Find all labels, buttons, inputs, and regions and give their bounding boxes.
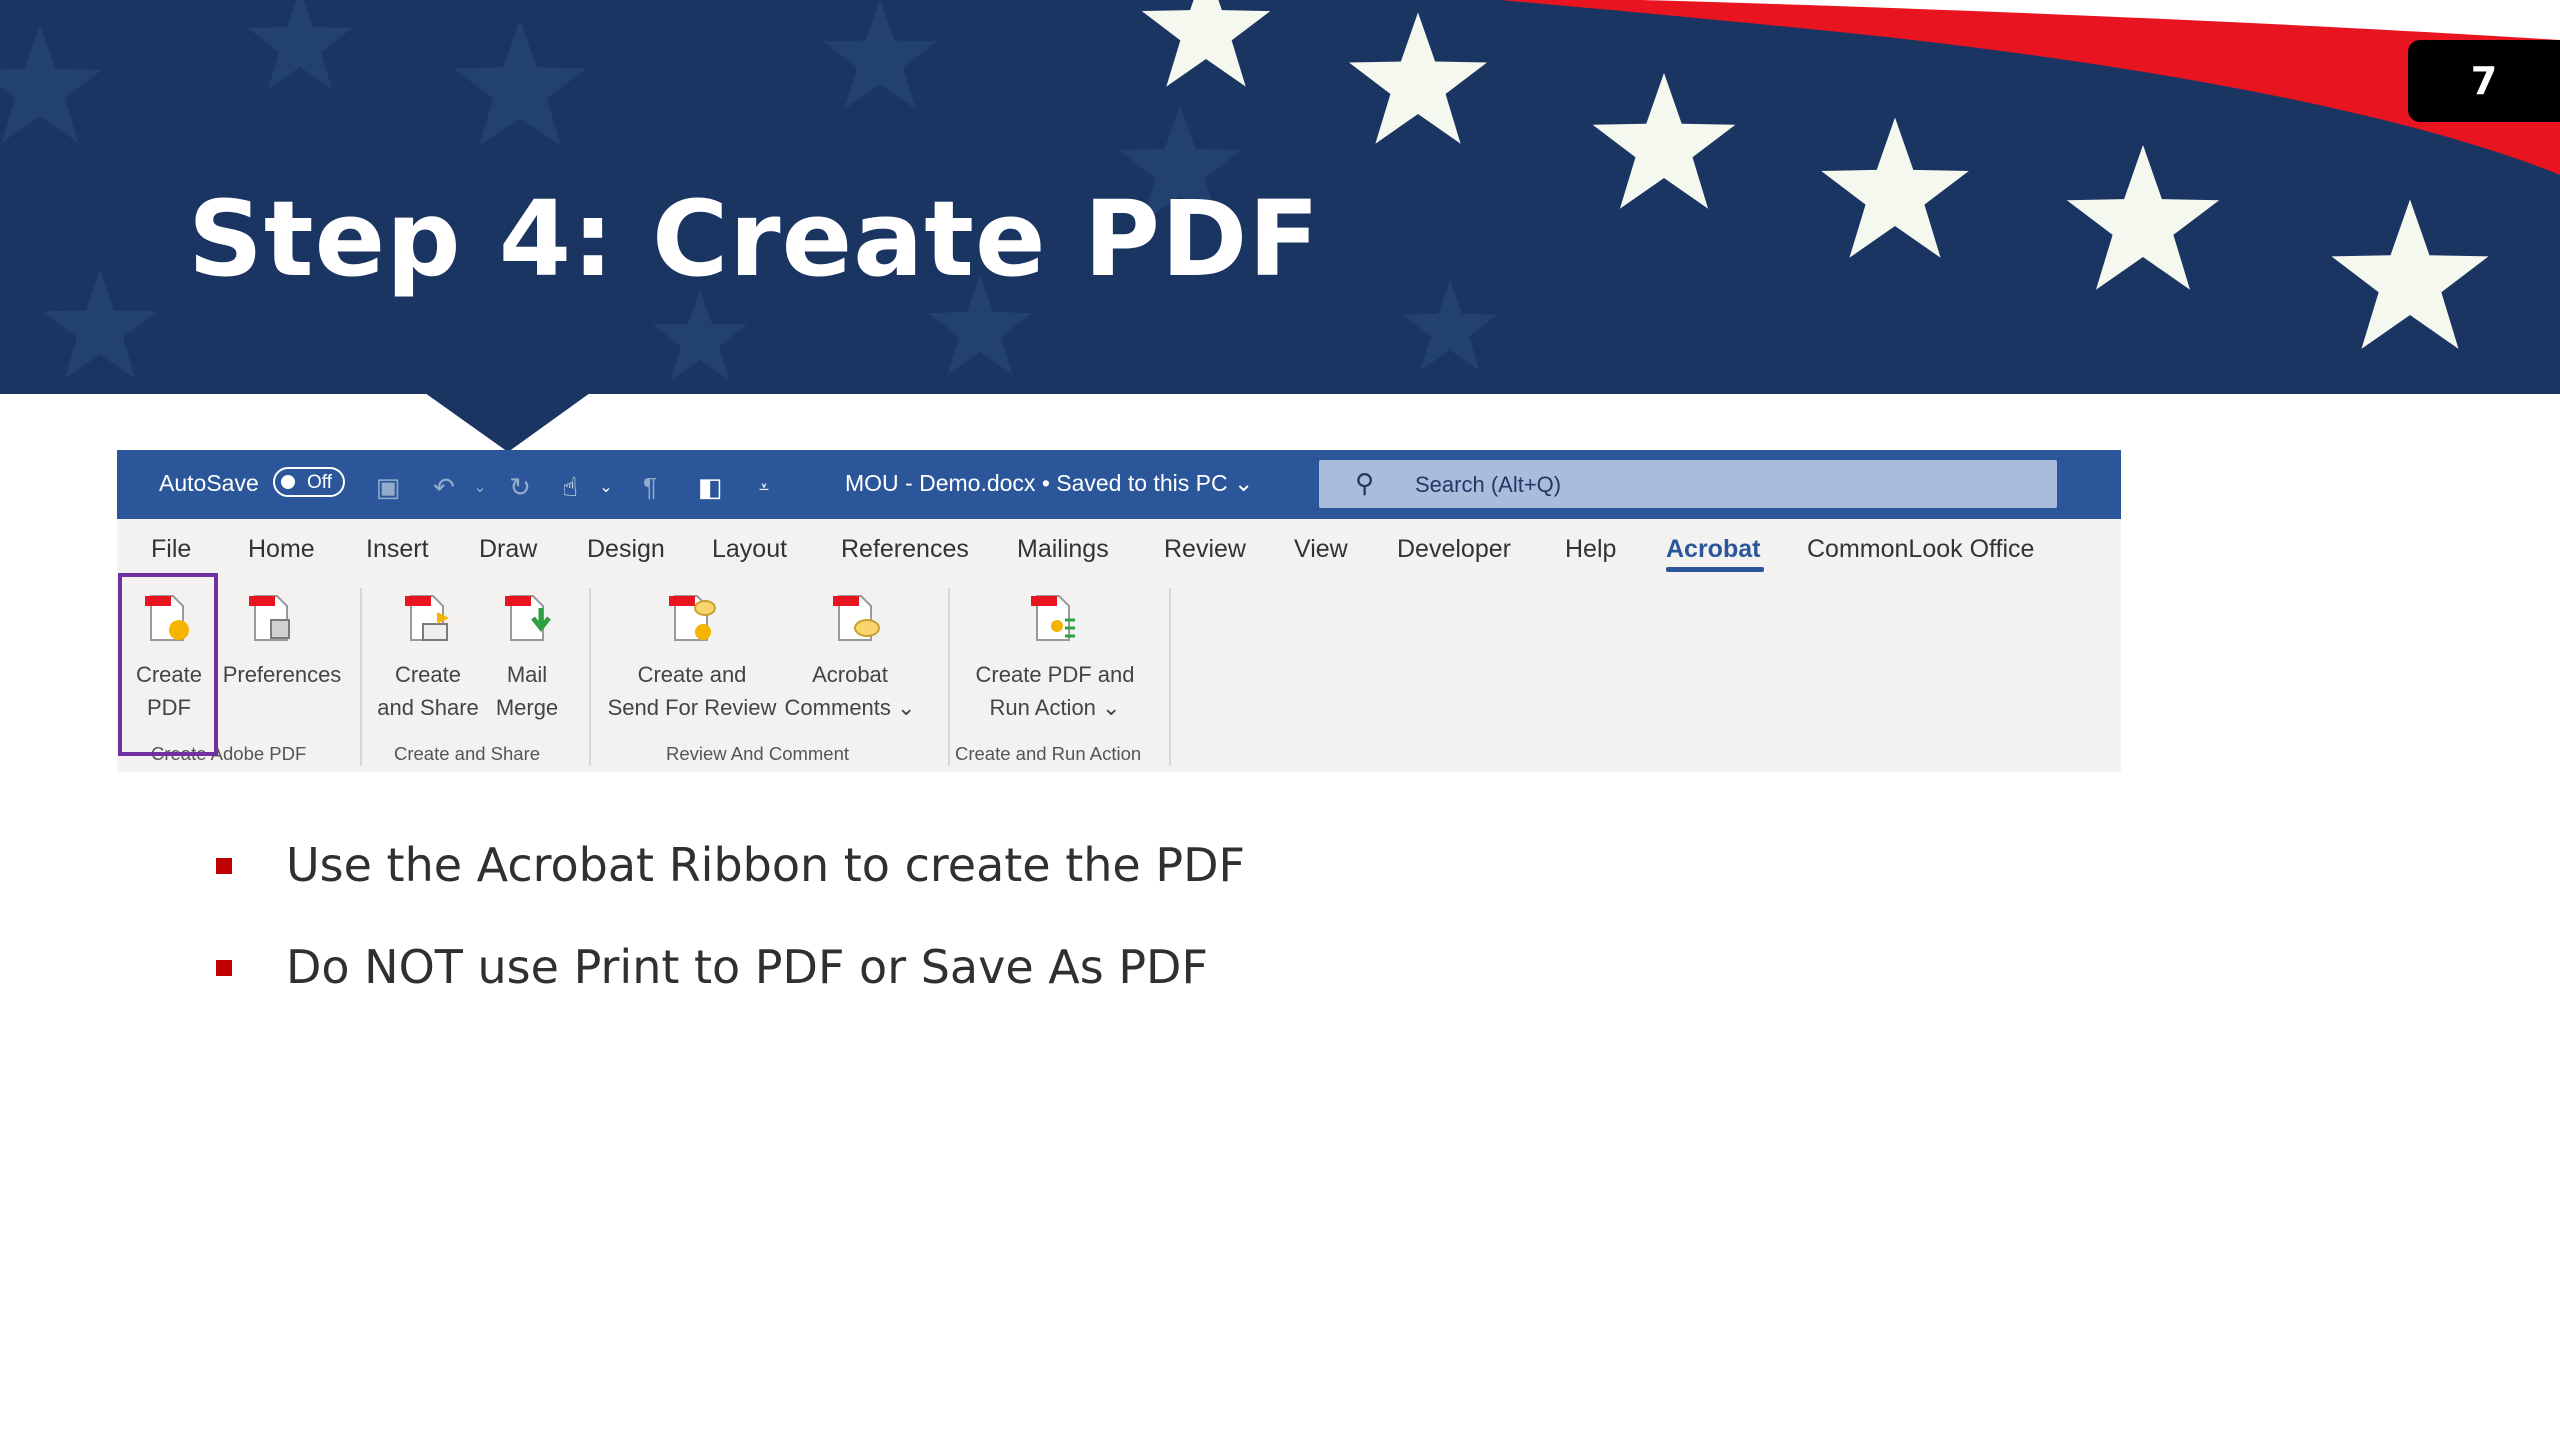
group-separator <box>1169 588 1171 766</box>
tab-design[interactable]: Design <box>587 535 665 564</box>
group-separator <box>948 588 950 766</box>
bullet-marker <box>216 960 232 976</box>
chevron-down-icon[interactable]: ⌄ <box>589 472 623 502</box>
active-tab-indicator <box>1666 567 1764 572</box>
document-title[interactable]: MOU - Demo.docx • Saved to this PC ⌄ <box>845 470 1253 497</box>
create-pdf-and-run-action-button[interactable]: Create PDF and Run Action ⌄ <box>969 658 1141 724</box>
create-and-send-for-review-icon <box>669 595 716 641</box>
mail-merge-icon <box>505 595 551 641</box>
tab-home[interactable]: Home <box>248 535 315 564</box>
autosave-toggle[interactable]: Off <box>273 467 345 497</box>
slide-title: Step 4: Create PDF <box>188 178 1321 300</box>
save-icon[interactable]: ▣ <box>371 472 405 502</box>
search-box[interactable]: ⚲ Search (Alt+Q) <box>1319 460 2057 508</box>
tab-mailings[interactable]: Mailings <box>1017 535 1109 564</box>
autosave-label: AutoSave <box>159 470 259 496</box>
create-and-send-for-review-button[interactable]: Create and Send For Review <box>607 658 777 724</box>
layout-icon[interactable]: ◧ <box>693 472 727 502</box>
preferences-label: Preferences <box>222 662 342 687</box>
create-run-label-2: Run Action ⌄ <box>989 695 1121 720</box>
bullet-marker <box>216 858 232 874</box>
preferences-icon <box>249 595 290 641</box>
group-label-create-and-share: Create and Share <box>394 743 541 764</box>
tab-review[interactable]: Review <box>1164 535 1246 564</box>
create-and-share-label-1: Create <box>394 662 462 687</box>
create-and-send-label-2: Send For Review <box>607 695 777 720</box>
acrobat-comments-icon <box>833 595 880 641</box>
paragraph-icon[interactable]: ¶ <box>633 472 667 502</box>
autosave-state: Off <box>307 472 332 493</box>
tab-insert[interactable]: Insert <box>366 535 429 564</box>
mail-merge-label-1: Mail <box>506 662 548 687</box>
mail-merge-label-2: Merge <box>495 695 559 720</box>
tab-help[interactable]: Help <box>1565 535 1616 564</box>
search-icon: ⚲ <box>1355 468 1375 498</box>
tab-developer[interactable]: Developer <box>1397 535 1511 564</box>
create-and-share-label-2: and Share <box>377 695 479 720</box>
group-label-review-and-comment: Review And Comment <box>666 743 850 764</box>
search-placeholder: Search (Alt+Q) <box>1415 472 1562 497</box>
tab-file[interactable]: File <box>151 535 191 564</box>
undo-icon[interactable]: ↶ <box>427 472 461 502</box>
slide-number: 7 <box>2408 40 2560 122</box>
create-and-send-label-1: Create and <box>637 662 747 687</box>
mail-merge-button[interactable]: Mail Merge <box>487 658 567 724</box>
toggle-knob <box>281 475 295 489</box>
chevron-down-icon[interactable]: ⌄ <box>463 472 497 502</box>
bullet-text: Do NOT use Print to PDF or Save As PDF <box>286 940 1208 994</box>
tab-commonlook-office[interactable]: CommonLook Office <box>1807 535 2034 564</box>
bullet-text: Use the Acrobat Ribbon to create the PDF <box>286 838 1245 892</box>
create-run-label-1: Create PDF and <box>975 662 1135 687</box>
create-pdf-and-run-action-icon <box>1031 595 1075 641</box>
create-pdf-highlight <box>118 573 218 756</box>
customize-icon[interactable]: ⩡ <box>747 472 781 502</box>
slide-banner: Step 4: Create PDF 7 <box>0 0 2560 394</box>
create-and-share-icon <box>405 595 449 641</box>
create-and-share-button[interactable]: Create and Share <box>373 658 483 724</box>
word-window: AutoSave Off ▣ ↶ ⌄ ↻ ☝ ⌄ ¶ ◧ ⩡ MOU - Dem… <box>117 450 2121 772</box>
acrobat-comments-button[interactable]: Acrobat Comments ⌄ <box>781 658 919 724</box>
tab-draw[interactable]: Draw <box>479 535 537 564</box>
group-separator <box>360 588 362 766</box>
preferences-button[interactable]: Preferences <box>221 658 343 691</box>
group-separator <box>589 588 591 766</box>
tab-acrobat[interactable]: Acrobat <box>1666 535 1760 564</box>
acrobat-comments-label-1: Acrobat <box>812 662 888 687</box>
redo-icon[interactable]: ↻ <box>503 472 537 502</box>
touch-mode-icon[interactable]: ☝ <box>553 472 587 502</box>
tab-references[interactable]: References <box>841 535 969 564</box>
title-bar: AutoSave Off ▣ ↶ ⌄ ↻ ☝ ⌄ ¶ ◧ ⩡ MOU - Dem… <box>117 450 2121 519</box>
tab-view[interactable]: View <box>1294 535 1348 564</box>
acrobat-comments-label-2: Comments ⌄ <box>784 695 916 720</box>
group-label-create-and-run-action: Create and Run Action <box>955 743 1142 764</box>
ribbon-tabs: File Home Insert Draw Design Layout Refe… <box>117 519 2121 583</box>
tab-layout[interactable]: Layout <box>712 535 787 564</box>
